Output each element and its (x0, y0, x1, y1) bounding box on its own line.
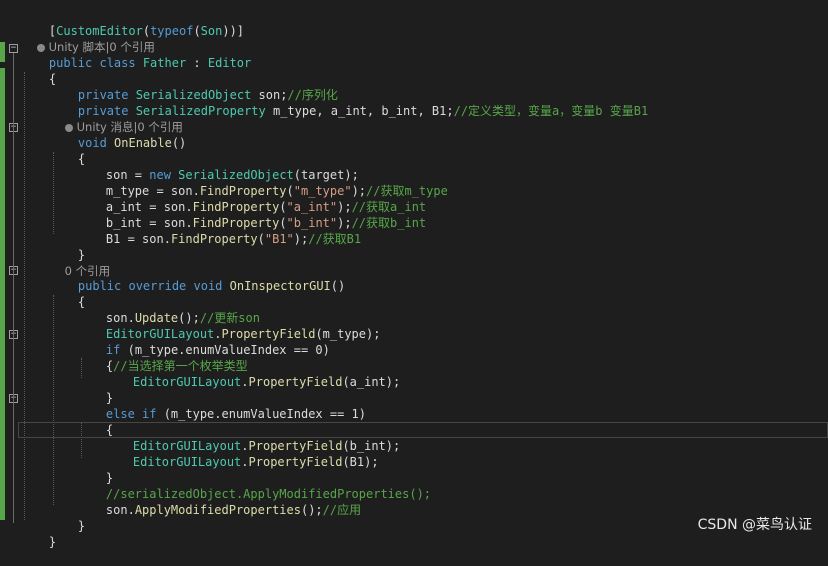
code-token: ( (193, 24, 201, 38)
code-line[interactable]: {//当选择第一个枚举类型 (77, 342, 248, 373)
code-line[interactable]: EditorGUILayout.PropertyField(B1); (104, 438, 379, 469)
code-token: : (186, 56, 208, 70)
code-token: ApplyModifiedProperties (134, 503, 301, 517)
code-line[interactable]: m_type = son.FindProperty("m_type");//获取… (77, 167, 448, 198)
code-line[interactable]: son = new SerializedObject(target); (77, 151, 359, 182)
code-line[interactable]: } (49, 231, 85, 262)
code-token: EditorGUILayout (132, 375, 242, 389)
indent-guide (24, 72, 25, 520)
code-line[interactable]: private SerializedProperty m_type, a_int… (49, 87, 648, 118)
fold-region-line (13, 53, 14, 523)
code-line[interactable]: //serializedObject.ApplyModifiedProperti… (77, 470, 431, 501)
code-line[interactable]: public class Father : Editor (20, 39, 251, 70)
codelens-references[interactable]: 0 个引用 (50, 247, 110, 278)
code-token: FindProperty (170, 232, 258, 246)
codelens-references[interactable]: Unity 消息|0 个引用 (50, 103, 183, 134)
code-token: ( (257, 232, 265, 246)
codelens-references[interactable]: Unity 脚本|0 个引用 (22, 23, 155, 54)
code-token: m_type, a_int, b_int, B1; (265, 104, 454, 118)
code-line[interactable]: } (20, 518, 56, 549)
code-token: Son (200, 24, 223, 38)
code-string: "B1" (264, 232, 294, 246)
code-line[interactable]: [CustomEditor(typeof(Son))] (20, 7, 244, 38)
fold-toggle-icon[interactable]: − (9, 44, 18, 53)
code-line[interactable]: { (49, 278, 85, 309)
code-token: } (48, 535, 57, 549)
code-comment: //获取B1 (308, 232, 362, 246)
code-token: ))] (222, 24, 245, 38)
code-token: PropertyField (248, 375, 343, 389)
code-line[interactable]: void OnEnable() (49, 119, 186, 150)
code-line[interactable]: EditorGUILayout.PropertyField(a_int); (104, 358, 400, 389)
code-token: public override void (77, 279, 230, 293)
code-line[interactable]: b_int = son.FindProperty("b_int");//获取b_… (77, 199, 426, 230)
code-token: Editor (207, 56, 252, 70)
code-comment: //获取b_int (351, 216, 427, 230)
code-line[interactable]: B1 = son.FindProperty("B1");//获取B1 (77, 215, 361, 246)
code-token: } (77, 519, 86, 533)
code-line[interactable]: { (77, 406, 113, 437)
code-token: ); (293, 232, 309, 246)
code-token: typeof (150, 24, 194, 38)
code-token: Father (142, 56, 187, 70)
code-line[interactable]: son.Update();//更新son (77, 294, 260, 325)
code-comment: //定义类型，变量a，变量b 变量B1 (453, 104, 649, 118)
code-token: EditorGUILayout (132, 455, 242, 469)
code-line[interactable]: public override void OnInspectorGUI() (49, 262, 345, 293)
change-indicator-bar (0, 42, 5, 62)
code-line[interactable]: son.ApplyModifiedProperties();//应用 (77, 486, 361, 517)
code-token: public class (48, 56, 143, 70)
watermark-text: CSDN @菜鸟认证 (697, 517, 812, 533)
indent-guide (53, 295, 54, 505)
code-token: OnInspectorGUI (229, 279, 331, 293)
code-token: (a_int); (342, 375, 401, 389)
code-line[interactable]: else if (m_type.enumValueIndex == 1) (77, 390, 366, 421)
code-line[interactable]: private SerializedObject son;//序列化 (49, 71, 338, 102)
code-token: () (171, 136, 187, 150)
code-token: (); (300, 503, 323, 517)
code-token: PropertyField (248, 455, 343, 469)
code-token: . (241, 375, 249, 389)
code-token: son. (105, 503, 135, 517)
code-token: else if (105, 407, 164, 421)
code-line[interactable]: } (77, 454, 113, 485)
code-line[interactable]: { (49, 135, 85, 166)
code-line[interactable]: EditorGUILayout.PropertyField(b_int); (104, 422, 400, 453)
code-token: (m_type.enumValueIndex == 1) (163, 407, 366, 421)
change-indicator-bar (0, 68, 5, 520)
code-comment: //应用 (322, 503, 362, 517)
code-line[interactable]: { (20, 55, 56, 86)
code-line[interactable]: if (m_type.enumValueIndex == 0) (77, 326, 330, 357)
code-line[interactable]: } (77, 374, 113, 405)
code-token: B1 = son. (105, 232, 171, 246)
code-token: . (241, 455, 249, 469)
code-line[interactable]: a_int = son.FindProperty("a_int");//获取a_… (77, 183, 426, 214)
code-editor[interactable]: − − − − − [CustomEditor(typeof(Son))] Un… (0, 0, 828, 549)
code-token: OnEnable (114, 136, 172, 150)
code-line[interactable]: EditorGUILayout.PropertyField(m_type); (77, 310, 381, 341)
code-token: (B1); (342, 455, 379, 469)
code-line[interactable]: } (49, 502, 85, 533)
code-token: () (330, 279, 346, 293)
